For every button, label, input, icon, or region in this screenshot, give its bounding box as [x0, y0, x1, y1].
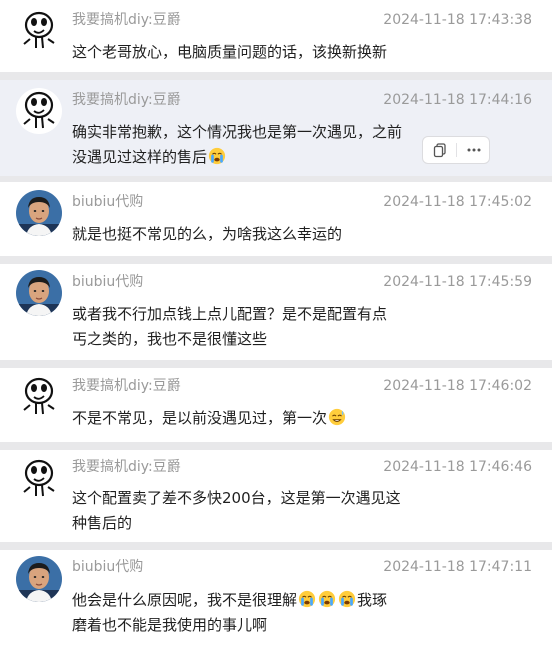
- message-text[interactable]: 这个老哥放心，电脑质量问题的话，该换新换新: [72, 40, 452, 65]
- copy-icon: [433, 143, 446, 158]
- message-timestamp: 2024-11-18 17:47:11: [383, 559, 532, 575]
- avatar[interactable]: [16, 374, 62, 420]
- message-text[interactable]: 这个配置卖了差不多快200台，这是第一次遇见这 种售后的: [72, 486, 452, 536]
- avatar[interactable]: [16, 456, 62, 502]
- sender-name[interactable]: 我要搞机diy:豆爵: [72, 91, 181, 109]
- message-text[interactable]: 他会是什么原因呢，我不是很理解 我琢 磨着也不能是我使用的事儿啊: [72, 588, 452, 638]
- sender-name[interactable]: biubiu代购: [72, 193, 143, 211]
- message-item: biubiu代购 2024-11-18 17:47:11 他会是什么原因呢，我不…: [0, 550, 552, 646]
- avatar[interactable]: [16, 8, 62, 54]
- message-action-bar: [422, 136, 490, 164]
- message-timestamp: 2024-11-18 17:46:02: [383, 378, 532, 394]
- message-item-hovered: 我要搞机diy:豆爵 2024-11-18 17:44:16 确实非常抱歉，这个…: [0, 80, 552, 176]
- sender-name[interactable]: 我要搞机diy:豆爵: [72, 458, 181, 476]
- message-text[interactable]: 确实非常抱歉，这个情况我也是第一次遇见，之前 没遇见过这样的售后: [72, 120, 452, 170]
- message-timestamp: 2024-11-18 17:45:59: [383, 274, 532, 290]
- message-item: 我要搞机diy:豆爵 2024-11-18 17:46:02 不是不常见，是以前…: [0, 368, 552, 442]
- sweat-smile-emoji: [328, 408, 346, 426]
- crying-emoji: [298, 590, 316, 608]
- message-text[interactable]: 就是也挺不常见的么，为啥我这么幸运的: [72, 222, 452, 247]
- avatar[interactable]: [16, 190, 62, 236]
- crying-emoji: [338, 590, 356, 608]
- crying-emoji: [208, 147, 226, 165]
- more-icon: [467, 148, 481, 152]
- message-timestamp: 2024-11-18 17:43:38: [383, 12, 532, 28]
- chat-message-list: 我要搞机diy:豆爵 2024-11-18 17:43:38 这个老哥放心，电脑…: [0, 0, 552, 646]
- message-text[interactable]: 不是不常见，是以前没遇见过，第一次: [72, 406, 452, 431]
- message-timestamp: 2024-11-18 17:44:16: [383, 92, 532, 108]
- avatar[interactable]: [16, 270, 62, 316]
- message-item: biubiu代购 2024-11-18 17:45:02 就是也挺不常见的么，为…: [0, 182, 552, 256]
- sender-name[interactable]: biubiu代购: [72, 273, 143, 291]
- message-item: biubiu代购 2024-11-18 17:45:59 或者我不行加点钱上点儿…: [0, 264, 552, 360]
- crying-emoji: [318, 590, 336, 608]
- more-button[interactable]: [457, 137, 491, 163]
- message-item: 我要搞机diy:豆爵 2024-11-18 17:43:38 这个老哥放心，电脑…: [0, 0, 552, 72]
- sender-name[interactable]: biubiu代购: [72, 558, 143, 576]
- sender-name[interactable]: 我要搞机diy:豆爵: [72, 11, 181, 29]
- message-timestamp: 2024-11-18 17:45:02: [383, 194, 532, 210]
- sender-name[interactable]: 我要搞机diy:豆爵: [72, 377, 181, 395]
- message-item: 我要搞机diy:豆爵 2024-11-18 17:46:46 这个配置卖了差不多…: [0, 450, 552, 542]
- avatar[interactable]: [16, 88, 62, 134]
- message-text[interactable]: 或者我不行加点钱上点儿配置？是不是配置有点 丐之类的，我也不是很懂这些: [72, 302, 452, 352]
- avatar[interactable]: [16, 556, 62, 602]
- message-timestamp: 2024-11-18 17:46:46: [383, 459, 532, 475]
- copy-button[interactable]: [423, 137, 457, 163]
